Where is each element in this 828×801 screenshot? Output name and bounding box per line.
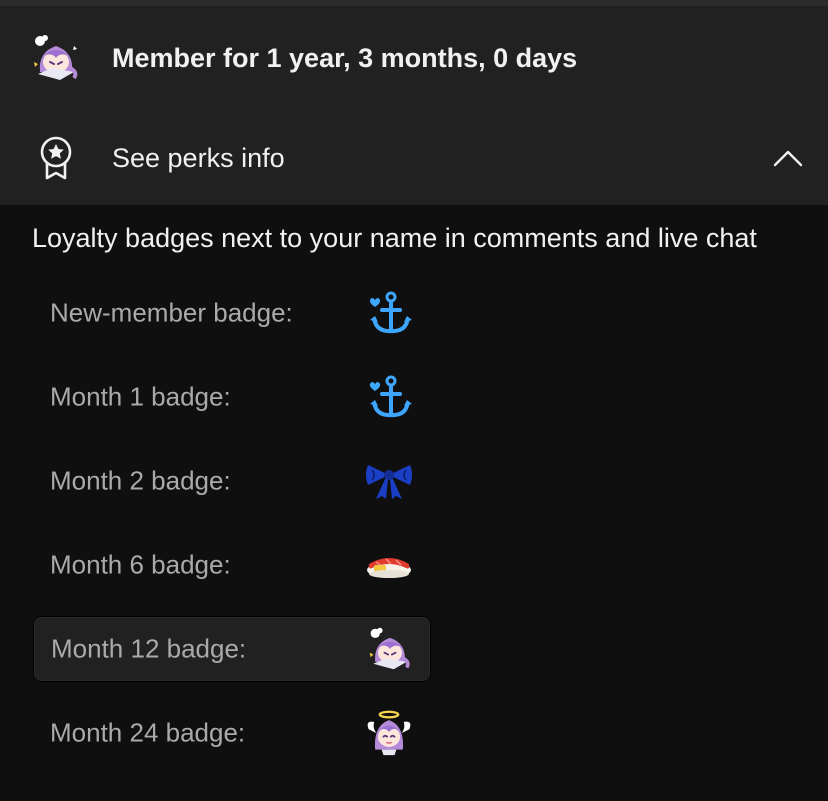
membership-duration-row: Member for 1 year, 3 months, 0 days — [0, 6, 828, 110]
badge-row-new-member: New-member badge: — [33, 280, 431, 346]
badge-label: New-member badge: — [50, 297, 293, 328]
anchor-heart-icon — [363, 287, 415, 339]
chibi-avatar-icon — [28, 30, 84, 86]
award-ribbon-icon — [28, 130, 84, 186]
badge-label: Month 24 badge: — [50, 717, 246, 748]
badge-row-month-2: Month 2 badge: — [33, 448, 431, 514]
badge-label: Month 1 badge: — [50, 381, 231, 412]
badge-label: Month 2 badge: — [50, 465, 231, 496]
chibi-avatar-icon — [364, 623, 416, 675]
badge-row-month-24: Month 24 badge: — [33, 700, 431, 766]
chibi-angel-icon — [363, 707, 415, 759]
badge-row-month-1: Month 1 badge: — [33, 364, 431, 430]
badge-row-month-12[interactable]: Month 12 badge: — [33, 616, 431, 682]
badge-label: Month 12 badge: — [51, 633, 247, 664]
see-perks-label: See perks info — [112, 142, 285, 173]
sushi-icon — [363, 539, 415, 591]
chevron-up-icon[interactable] — [766, 136, 810, 180]
bow-ribbon-icon — [363, 455, 415, 507]
loyalty-badges-heading: Loyalty badges next to your name in comm… — [32, 223, 757, 253]
anchor-heart-icon — [363, 371, 415, 423]
membership-duration-text: Member for 1 year, 3 months, 0 days — [112, 43, 578, 73]
see-perks-toggle[interactable]: See perks info — [0, 110, 828, 205]
badge-row-month-6: Month 6 badge: — [33, 532, 431, 598]
badge-label: Month 6 badge: — [50, 549, 231, 580]
